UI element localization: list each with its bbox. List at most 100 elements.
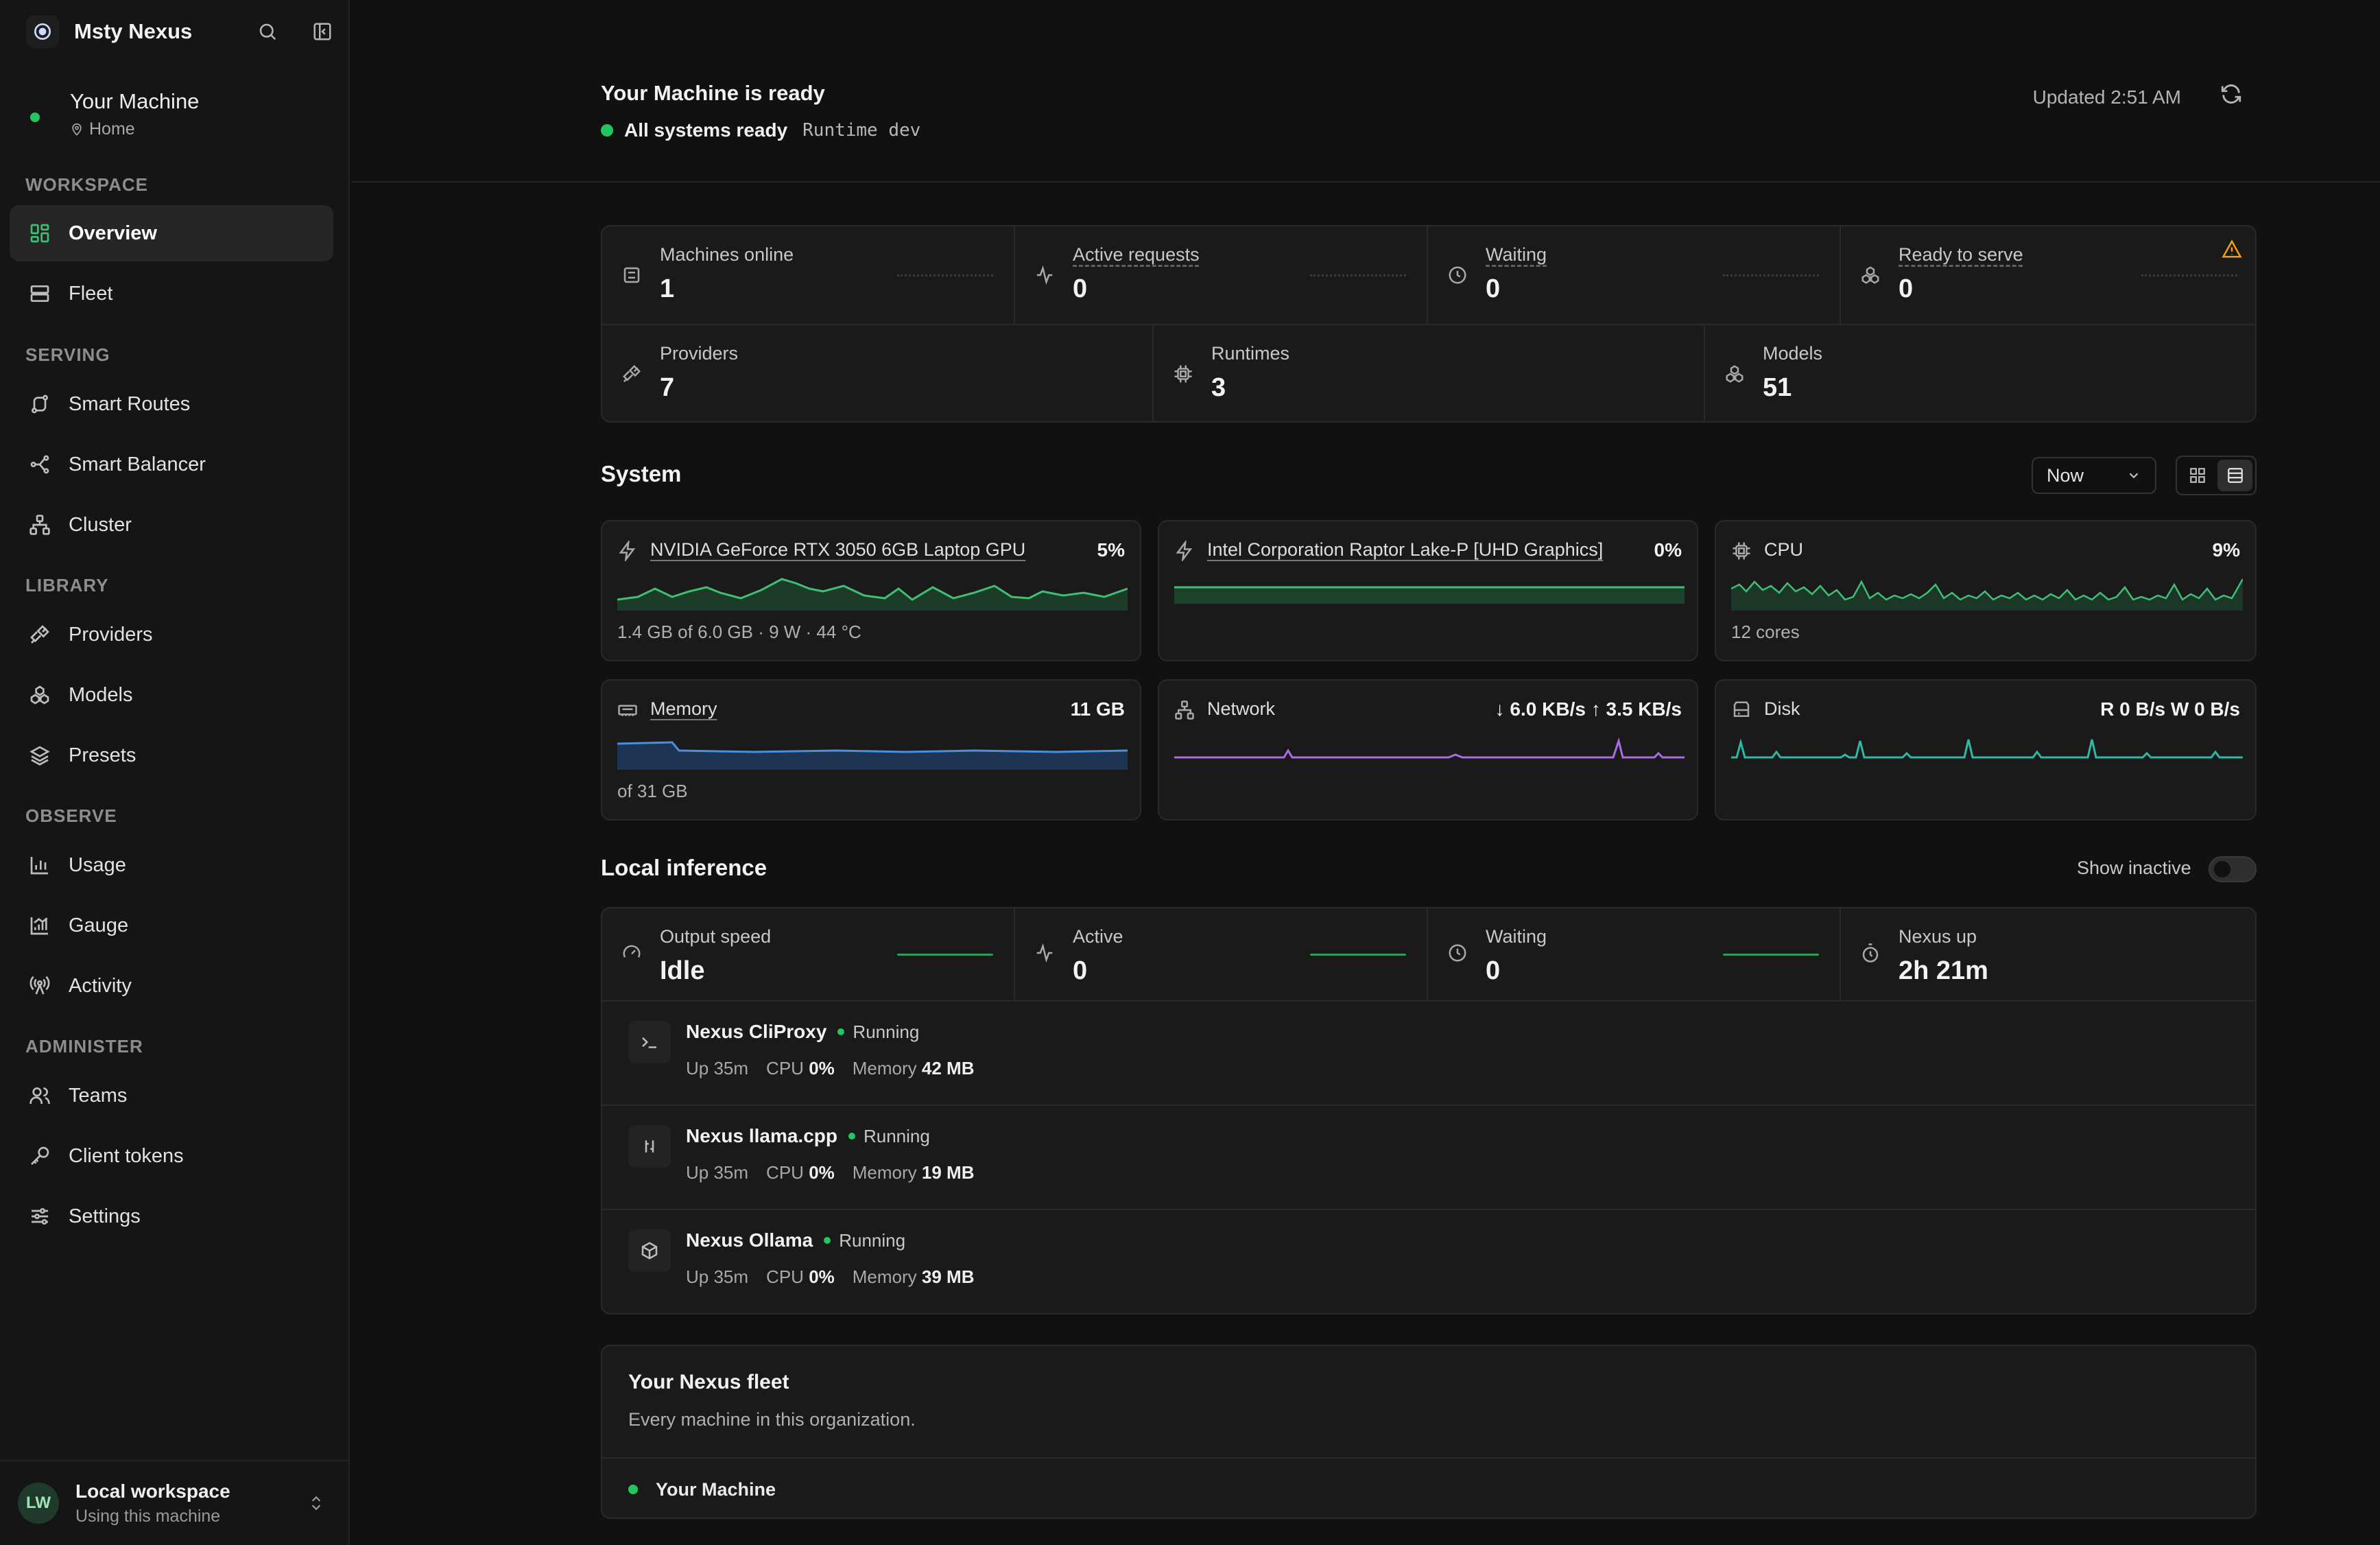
workspace-subtitle: Using this machine: [75, 1506, 221, 1526]
stat-label: Ready to serve: [1899, 244, 2023, 265]
section-library: LIBRARY: [25, 575, 109, 595]
grid-icon: [26, 220, 53, 247]
nav-label: Smart Routes: [69, 392, 191, 415]
show-inactive-toggle[interactable]: [2209, 856, 2257, 882]
metric-value: 11 GB: [1070, 698, 1125, 720]
stat-label: Active requests: [1073, 244, 1200, 265]
status-dot: [848, 1133, 855, 1140]
stat-sparkline: [1723, 274, 1819, 276]
stat-value: 3: [1211, 373, 1226, 402]
metric-card-gpu[interactable]: NVIDIA GeForce RTX 3050 6GB Laptop GPU 5…: [601, 520, 1141, 661]
search-icon[interactable]: [255, 19, 280, 44]
process-memory: 42 MB: [921, 1058, 975, 1078]
app-logo-icon[interactable]: [26, 15, 59, 48]
nav-item-smart-routes[interactable]: Smart Routes: [10, 376, 333, 432]
metric-card-memory[interactable]: Memory 11 GB of 31 GB: [601, 679, 1141, 821]
list-view-icon[interactable]: [2217, 460, 2252, 491]
workspace-switcher[interactable]: LW Local workspace Using this machine: [0, 1460, 350, 1545]
time-range-value: Now: [2047, 464, 2084, 486]
stat-sparkline: [2141, 274, 2237, 276]
view-toggle: [2176, 456, 2257, 495]
nav-item-client-tokens[interactable]: Client tokens: [10, 1128, 333, 1184]
nav-item-gauge[interactable]: Gauge: [10, 897, 333, 954]
nav-label: Settings: [69, 1205, 141, 1227]
nav-item-overview[interactable]: Overview: [10, 205, 333, 261]
memory-label: Memory: [852, 1266, 917, 1287]
show-inactive-label: Show inactive: [2077, 858, 2191, 878]
fleet-panel: Your Nexus fleet Every machine in this o…: [601, 1345, 2257, 1519]
process-row[interactable]: Nexus Ollama Running Up 35m CPU 0% Memor…: [602, 1210, 2255, 1313]
gauge-icon: [26, 912, 53, 939]
cpu-sparkline: [1731, 578, 2243, 611]
nav-item-usage[interactable]: Usage: [10, 837, 333, 893]
metric-value: ↓ 6.0 KB/s ↑ 3.5 KB/s: [1495, 698, 1682, 720]
stat-machines-online[interactable]: Machines online 1: [602, 226, 1015, 325]
stat-value: 0: [1486, 274, 1501, 303]
stat-sparkline: [1310, 954, 1406, 956]
process-cpu: 0%: [809, 1058, 835, 1078]
app-name: Msty Nexus: [74, 19, 193, 43]
inference-stat-nexus-up[interactable]: Nexus up 2h 21m: [1841, 908, 2255, 1002]
stat-runtimes[interactable]: Runtimes 3: [1154, 325, 1705, 421]
inference-stat-output-speed[interactable]: Output speed Idle: [602, 908, 1015, 1002]
metric-value: R 0 B/s W 0 B/s: [2100, 698, 2240, 720]
nav-item-teams[interactable]: Teams: [10, 1068, 333, 1124]
terminal-icon: [628, 1021, 671, 1063]
nav-label: Fleet: [69, 282, 113, 305]
activity-icon: [1034, 943, 1055, 963]
nav-item-fleet[interactable]: Fleet: [10, 266, 333, 322]
section-serving: SERVING: [25, 344, 110, 365]
server-icon: [621, 265, 642, 285]
stat-label: Machines online: [660, 244, 794, 265]
nav-item-smart-balancer[interactable]: Smart Balancer: [10, 436, 333, 493]
metric-card-network[interactable]: Network ↓ 6.0 KB/s ↑ 3.5 KB/s: [1158, 679, 1698, 821]
runtime-label: Runtime dev: [802, 120, 921, 141]
status-dot: [628, 1485, 638, 1494]
nav-label: Activity: [69, 974, 132, 997]
process-uptime: Up 35m: [686, 1058, 749, 1078]
warning-icon[interactable]: [2221, 239, 2243, 259]
chip-icon: [1731, 541, 1752, 561]
cpu-label: CPU: [766, 1266, 804, 1287]
models-icon: [26, 681, 53, 709]
fleet-machine-row[interactable]: Your Machine: [602, 1457, 2255, 1518]
nav-item-cluster[interactable]: Cluster: [10, 497, 333, 553]
metric-card-disk[interactable]: Disk R 0 B/s W 0 B/s: [1715, 679, 2257, 821]
workspace-title: Local workspace: [75, 1480, 230, 1502]
refresh-icon[interactable]: [2220, 82, 2243, 106]
process-uptime: Up 35m: [686, 1162, 749, 1183]
nav-item-activity[interactable]: Activity: [10, 958, 333, 1014]
nav-item-providers[interactable]: Providers: [10, 606, 333, 663]
nav-label: Overview: [69, 222, 157, 244]
metric-title: NVIDIA GeForce RTX 3050 6GB Laptop GPU: [650, 539, 1026, 560]
stat-models[interactable]: Models 51: [1705, 325, 2255, 421]
collapse-sidebar-icon[interactable]: [310, 19, 335, 44]
machine-selector[interactable]: Your Machine Home: [30, 89, 199, 139]
grid-view-icon[interactable]: [2180, 460, 2215, 491]
stat-providers[interactable]: Providers 7: [602, 325, 1154, 421]
server-icon: [26, 280, 53, 307]
disk-sparkline: [1731, 738, 2243, 759]
stat-active-requests[interactable]: Active requests 0: [1015, 226, 1428, 325]
metric-card-igpu[interactable]: Intel Corporation Raptor Lake-P [UHD Gra…: [1158, 520, 1698, 661]
process-row[interactable]: Nexus CliProxy Running Up 35m CPU 0% Mem…: [602, 1002, 2255, 1106]
nav-item-models[interactable]: Models: [10, 667, 333, 723]
stat-ready-to-serve[interactable]: Ready to serve 0: [1841, 226, 2255, 325]
fleet-machine-name: Your Machine: [656, 1478, 776, 1500]
section-observe: OBSERVE: [25, 805, 117, 826]
process-row[interactable]: Nexus llama.cpp Running Up 35m CPU 0% Me…: [602, 1106, 2255, 1210]
cpu-label: CPU: [766, 1058, 804, 1078]
nav-item-settings[interactable]: Settings: [10, 1188, 333, 1245]
inference-stat-active[interactable]: Active 0: [1015, 908, 1428, 1002]
time-range-select[interactable]: Now: [2032, 457, 2156, 494]
network-icon: [1174, 700, 1195, 720]
nav-item-presets[interactable]: Presets: [10, 727, 333, 783]
chevron-down-icon: [2126, 468, 2141, 483]
nav-label: Client tokens: [69, 1144, 184, 1167]
inference-stat-waiting[interactable]: Waiting 0: [1428, 908, 1841, 1002]
bolt-icon: [617, 541, 638, 561]
metric-title: Memory: [650, 698, 717, 719]
stat-waiting[interactable]: Waiting 0: [1428, 226, 1841, 325]
nav-label: Cluster: [69, 513, 132, 536]
metric-card-cpu[interactable]: CPU 9% 12 cores: [1715, 520, 2257, 661]
